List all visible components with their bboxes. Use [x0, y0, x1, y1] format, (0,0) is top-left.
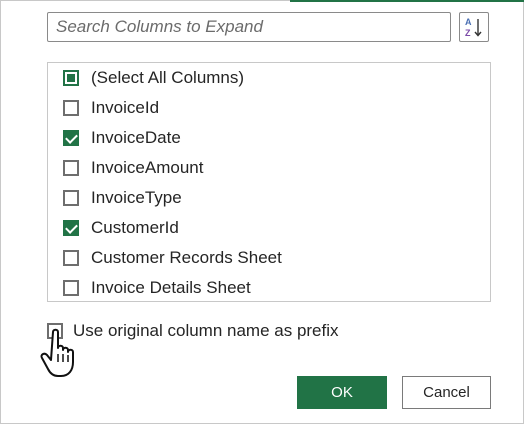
- columns-list[interactable]: (Select All Columns) InvoiceId InvoiceDa…: [47, 62, 491, 302]
- active-tab-indicator: [290, 0, 524, 2]
- select-all-checkbox[interactable]: [63, 70, 79, 86]
- column-checkbox[interactable]: [63, 250, 79, 266]
- column-checkbox[interactable]: [63, 160, 79, 176]
- sort-az-icon: A Z: [465, 17, 482, 38]
- svg-text:Z: Z: [465, 28, 471, 38]
- sort-az-button[interactable]: A Z: [459, 12, 489, 42]
- cancel-button[interactable]: Cancel: [402, 376, 491, 409]
- column-label: InvoiceAmount: [91, 158, 204, 177]
- search-input[interactable]: [48, 13, 450, 41]
- prefix-option[interactable]: Use original column name as prefix: [47, 319, 339, 343]
- search-box[interactable]: [47, 12, 451, 42]
- column-label: InvoiceId: [91, 98, 160, 117]
- column-label: Customer Records Sheet: [91, 248, 282, 267]
- svg-text:A: A: [465, 17, 472, 27]
- column-label: Invoice Details Sheet: [91, 278, 251, 297]
- column-item-invoicetype[interactable]: InvoiceType: [63, 186, 182, 210]
- column-item-customerid[interactable]: CustomerId: [63, 216, 179, 240]
- ok-button[interactable]: OK: [297, 376, 387, 409]
- column-label: (Select All Columns): [91, 68, 245, 87]
- prefix-label: Use original column name as prefix: [73, 321, 339, 340]
- column-checkbox[interactable]: [63, 220, 79, 236]
- column-checkbox[interactable]: [63, 130, 79, 146]
- column-item-invoiceamount[interactable]: InvoiceAmount: [63, 156, 203, 180]
- column-item-customer-records-sheet[interactable]: Customer Records Sheet: [63, 246, 282, 270]
- column-label: InvoiceType: [91, 188, 182, 207]
- column-item-invoicedate[interactable]: InvoiceDate: [63, 126, 181, 150]
- column-checkbox[interactable]: [63, 100, 79, 116]
- column-label: CustomerId: [91, 218, 179, 237]
- column-checkbox[interactable]: [63, 280, 79, 296]
- column-item-select-all[interactable]: (Select All Columns): [63, 66, 244, 90]
- column-item-invoiceid[interactable]: InvoiceId: [63, 96, 159, 120]
- column-label: InvoiceDate: [91, 128, 181, 147]
- column-item-invoice-details-sheet[interactable]: Invoice Details Sheet: [63, 276, 251, 300]
- column-checkbox[interactable]: [63, 190, 79, 206]
- hand-cursor-icon: [40, 328, 74, 377]
